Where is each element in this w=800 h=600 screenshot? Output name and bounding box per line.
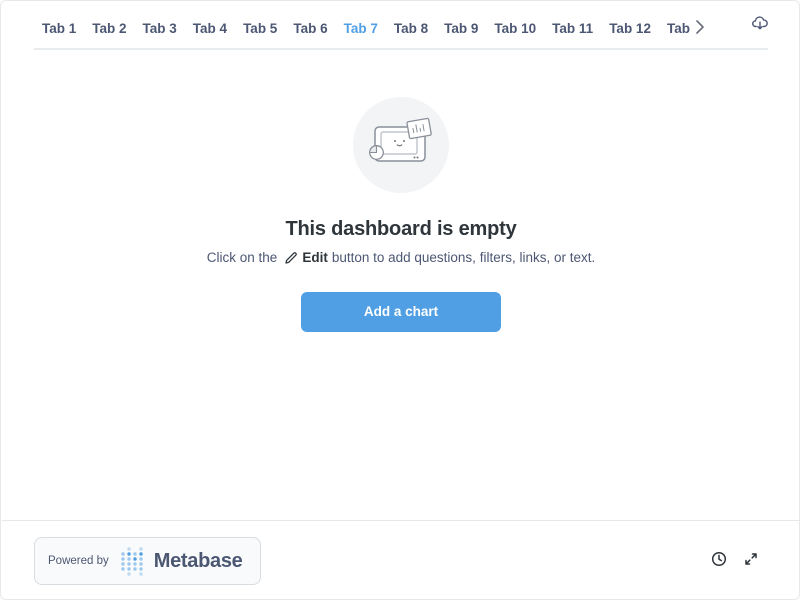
tab-4[interactable]: Tab 4: [185, 9, 235, 50]
tab-3[interactable]: Tab 3: [135, 9, 185, 50]
metabase-logo-icon: [119, 546, 147, 576]
tab-7[interactable]: Tab 7: [336, 9, 386, 50]
tab-10[interactable]: Tab 10: [486, 9, 544, 50]
tab-bar: Tab 1 Tab 2 Tab 3 Tab 4 Tab 5 Tab 6 Tab 7 Tab 8…: [34, 9, 768, 50]
dashboard-frame: Tab 1 Tab 2 Tab 3 Tab 4 Tab 5 Tab 6 Tab 7 Tab 8…: [0, 0, 800, 600]
empty-state-edit-word: Edit: [302, 250, 328, 265]
download-button[interactable]: [749, 15, 771, 35]
tab-scroll-right-button[interactable]: [690, 19, 710, 39]
metabase-wordmark: Metabase: [153, 549, 243, 572]
tab-1[interactable]: Tab 1: [34, 9, 84, 50]
tab-6[interactable]: Tab 6: [285, 9, 335, 50]
tab-list: Tab 1 Tab 2 Tab 3 Tab 4 Tab 5 Tab 6 Tab 7 Tab 8…: [34, 9, 694, 50]
empty-state-title: This dashboard is empty: [285, 218, 517, 240]
cloud-download-icon: [752, 15, 768, 35]
empty-state-subtitle: Click on the Edit button to add question…: [1, 250, 800, 265]
tab-8[interactable]: Tab 8: [386, 9, 436, 50]
tab-2[interactable]: Tab 2: [84, 9, 134, 50]
auto-refresh-button[interactable]: [710, 551, 728, 572]
tab-12[interactable]: Tab 12: [601, 9, 659, 50]
chevron-right-icon: [695, 19, 705, 39]
empty-dashboard-illustration: [353, 97, 449, 193]
fullscreen-button[interactable]: [742, 552, 760, 570]
fullscreen-icon: [744, 552, 758, 571]
powered-by-label: Powered by: [48, 555, 109, 567]
tab-13[interactable]: Tab 13: [659, 9, 694, 50]
footer: Powered by Metabase: [2, 520, 800, 600]
empty-state: This dashboard is empty Click on the Edi…: [1, 97, 800, 332]
clock-icon: [711, 551, 727, 572]
tab-5[interactable]: Tab 5: [235, 9, 285, 50]
tab-11[interactable]: Tab 11: [544, 9, 601, 50]
tab-9[interactable]: Tab 9: [436, 9, 486, 50]
empty-state-sub-suffix: button to add questions, filters, links,…: [331, 250, 596, 265]
add-a-chart-button[interactable]: Add a chart: [301, 292, 501, 332]
pencil-icon: [284, 251, 298, 265]
empty-state-sub-prefix: Click on the: [206, 250, 278, 265]
powered-by-metabase-badge[interactable]: Powered by Metabase: [34, 537, 261, 585]
